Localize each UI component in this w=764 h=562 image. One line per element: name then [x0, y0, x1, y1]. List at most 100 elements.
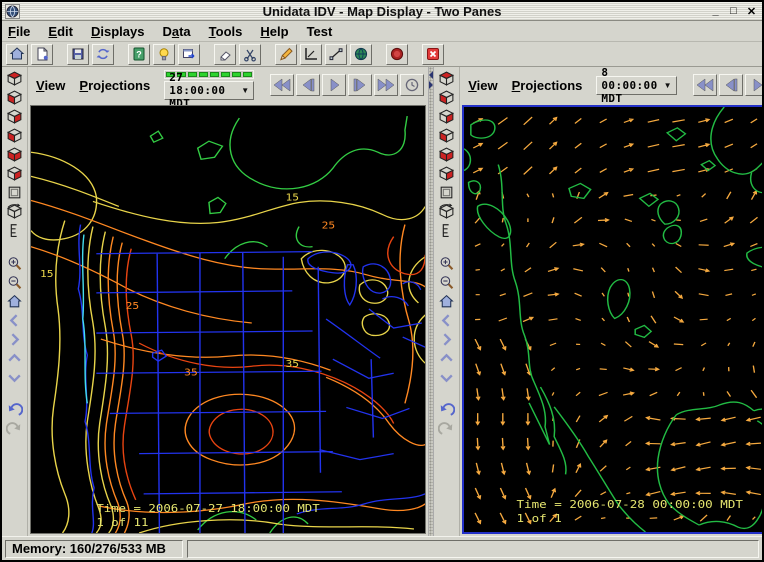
close-button[interactable]: ✕: [744, 4, 759, 18]
chart-button[interactable]: [300, 44, 322, 65]
left-step-forward-button[interactable]: [348, 74, 372, 96]
left-projections-menu[interactable]: Projections: [79, 78, 150, 93]
left-time-selector[interactable]: 27 18:00:00 MDT▼: [164, 81, 254, 100]
right-pan-down-button[interactable]: [437, 368, 457, 387]
left-animation-properties-button[interactable]: [400, 74, 424, 96]
home-button[interactable]: [6, 44, 28, 65]
erase-button[interactable]: [214, 44, 236, 65]
left-view-cube-north-button[interactable]: [5, 107, 25, 126]
left-view-cube-south-button[interactable]: [5, 126, 25, 145]
right-view-cube-west-button[interactable]: [437, 164, 457, 183]
left-go-last-button[interactable]: [374, 74, 398, 96]
pan-up-icon: [6, 350, 23, 367]
right-pan-left-button[interactable]: [437, 311, 457, 330]
contour-label: 25: [322, 219, 336, 231]
right-view-cube-bottom-button[interactable]: [437, 88, 457, 107]
view-cube-west-icon: [6, 165, 23, 182]
left-pan-right-button[interactable]: [5, 330, 25, 349]
left-view-toolbar: [2, 67, 28, 536]
main-area: View Projections 27 18:00:00 MDT▼ 15152525…: [2, 67, 762, 536]
menu-help[interactable]: Help: [260, 24, 288, 39]
right-home-view-button[interactable]: [437, 292, 457, 311]
right-reset-box-button[interactable]: [437, 183, 457, 202]
minimize-button[interactable]: _: [708, 4, 723, 18]
left-view-cube-west-button[interactable]: [5, 164, 25, 183]
right-view-menu[interactable]: View: [468, 78, 497, 93]
exit-button[interactable]: [422, 44, 444, 65]
right-map-display[interactable]: Time = 2006-07-28 00:00:00 MDT1 of 1: [462, 105, 762, 534]
left-zoom-in-button[interactable]: [5, 254, 25, 273]
left-home-view-button[interactable]: [5, 292, 25, 311]
save-button[interactable]: [67, 44, 89, 65]
view-cube-east-icon: [438, 146, 455, 163]
menu-test[interactable]: Test: [307, 24, 333, 39]
right-play-button[interactable]: [745, 74, 762, 96]
right-zoom-in-button[interactable]: [437, 254, 457, 273]
right-zoom-out-button[interactable]: [437, 273, 457, 292]
left-reset-box-button[interactable]: [5, 183, 25, 202]
menu-tools[interactable]: Tools: [209, 24, 243, 39]
probe-button[interactable]: [325, 44, 347, 65]
right-pan-up-button[interactable]: [437, 349, 457, 368]
right-step-back-button[interactable]: [719, 74, 743, 96]
left-redo-button[interactable]: [5, 420, 25, 439]
rotate-view-icon: [438, 203, 455, 220]
left-view-menu[interactable]: View: [36, 78, 65, 93]
left-pan-up-button[interactable]: [5, 349, 25, 368]
collapse-left-icon[interactable]: [429, 71, 433, 79]
menu-data[interactable]: Data: [162, 24, 190, 39]
left-map-display[interactable]: 151525253535Time = 2006-07-27 18:00:00 M…: [30, 105, 426, 534]
right-view-cube-south-button[interactable]: [437, 126, 457, 145]
zoom-out-icon: [6, 274, 23, 291]
show-dashboard-button[interactable]: [178, 44, 200, 65]
right-rotate-view-button[interactable]: [437, 202, 457, 221]
left-pan-down-button[interactable]: [5, 368, 25, 387]
map-caption: Time = 2006-07-28 00:00:00 MDT: [517, 498, 743, 511]
left-go-first-button[interactable]: [270, 74, 294, 96]
right-undo-button[interactable]: [437, 401, 457, 420]
left-play-button[interactable]: [322, 74, 346, 96]
right-projections-menu[interactable]: Projections: [512, 78, 583, 93]
go-first-icon: [273, 78, 291, 92]
menu-displays[interactable]: Displays: [91, 24, 144, 39]
right-view-cube-north-button[interactable]: [437, 107, 457, 126]
window-controls: _□✕: [708, 4, 759, 18]
left-view-cube-bottom-button[interactable]: [5, 88, 25, 107]
menu-file[interactable]: File: [8, 24, 30, 39]
left-ruler-button[interactable]: [5, 221, 25, 240]
menu-edit[interactable]: Edit: [48, 24, 73, 39]
left-view-cube-top-button[interactable]: [5, 69, 25, 88]
left-undo-button[interactable]: [5, 401, 25, 420]
new-display-button[interactable]: [31, 44, 53, 65]
collapse-right-icon[interactable]: [429, 81, 433, 89]
titlebar[interactable]: Unidata IDV - Map Display - Two Panes _□…: [2, 2, 762, 21]
stop-loads-button[interactable]: [386, 44, 408, 65]
left-zoom-out-button[interactable]: [5, 273, 25, 292]
view-cube-bottom-icon: [6, 89, 23, 106]
tips-bulb-button[interactable]: [153, 44, 175, 65]
home-icon: [9, 46, 25, 62]
svg-text:?: ?: [136, 50, 142, 60]
draw-button[interactable]: [275, 44, 297, 65]
right-view-cube-top-button[interactable]: [437, 69, 457, 88]
left-pan-left-button[interactable]: [5, 311, 25, 330]
refresh-button[interactable]: [92, 44, 114, 65]
data-selector-button[interactable]: ?: [128, 44, 150, 65]
right-view-toolbar: [434, 67, 460, 536]
globe-button[interactable]: [350, 44, 372, 65]
right-pan-right-button[interactable]: [437, 330, 457, 349]
right-view-cube-east-button[interactable]: [437, 145, 457, 164]
left-view-cube-east-button[interactable]: [5, 145, 25, 164]
right-ruler-button[interactable]: [437, 221, 457, 240]
left-rotate-view-button[interactable]: [5, 202, 25, 221]
cut-button[interactable]: [239, 44, 261, 65]
left-pane: View Projections 27 18:00:00 MDT▼ 15152525…: [2, 67, 428, 536]
pan-left-icon: [6, 312, 23, 329]
right-redo-button[interactable]: [437, 420, 457, 439]
right-time-selector[interactable]: 8 00:00:00 MDT▼: [596, 76, 676, 95]
right-go-first-button[interactable]: [693, 74, 717, 96]
step-back-icon: [722, 78, 740, 92]
maximize-button[interactable]: □: [726, 4, 741, 18]
left-step-back-button[interactable]: [296, 74, 320, 96]
left-pane-header: View Projections 27 18:00:00 MDT▼: [28, 67, 428, 105]
